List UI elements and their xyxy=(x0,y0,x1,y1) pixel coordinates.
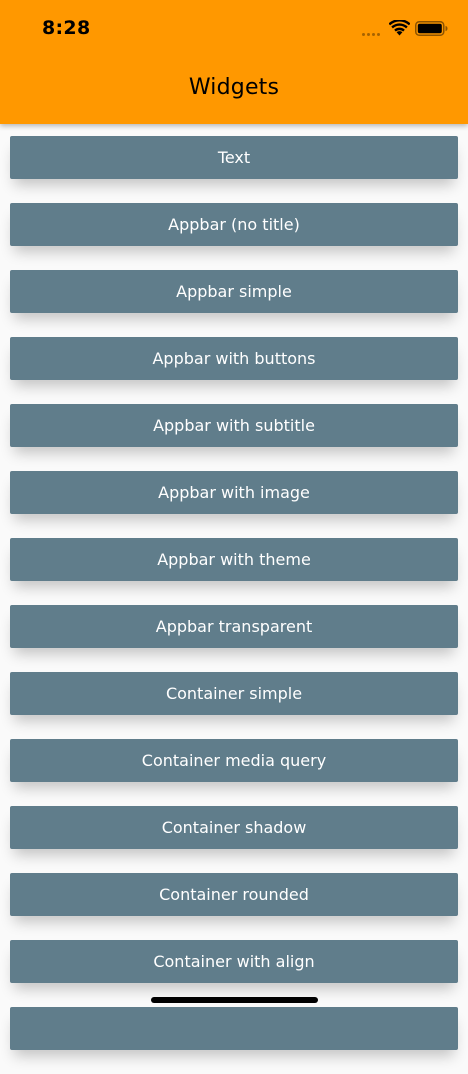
container-rounded-button[interactable]: Container rounded xyxy=(10,873,458,916)
appbar-with-buttons-button[interactable]: Appbar with buttons xyxy=(10,337,458,380)
cellular-signal-icon xyxy=(362,33,380,36)
appbar-with-theme-button[interactable]: Appbar with theme xyxy=(10,538,458,581)
app-bar: 8:28 Widgets xyxy=(0,0,468,124)
appbar-no-title-button[interactable]: Appbar (no title) xyxy=(10,203,458,246)
list-item-partial[interactable] xyxy=(10,1007,458,1050)
container-media-query-button[interactable]: Container media query xyxy=(10,739,458,782)
appbar-with-image-button[interactable]: Appbar with image xyxy=(10,471,458,514)
battery-icon xyxy=(415,21,448,36)
text-button[interactable]: Text xyxy=(10,136,458,179)
wifi-icon xyxy=(389,20,410,36)
page-title: Widgets xyxy=(188,75,280,100)
appbar-simple-button[interactable]: Appbar simple xyxy=(10,270,458,313)
container-shadow-button[interactable]: Container shadow xyxy=(10,806,458,849)
container-with-align-button[interactable]: Container with align xyxy=(10,940,458,983)
home-indicator[interactable] xyxy=(151,997,318,1003)
container-simple-button[interactable]: Container simple xyxy=(10,672,458,715)
widget-list: Text Appbar (no title) Appbar simple App… xyxy=(10,136,458,1074)
status-time: 8:28 xyxy=(42,17,91,39)
appbar-with-subtitle-button[interactable]: Appbar with subtitle xyxy=(10,404,458,447)
appbar-transparent-button[interactable]: Appbar transparent xyxy=(10,605,458,648)
